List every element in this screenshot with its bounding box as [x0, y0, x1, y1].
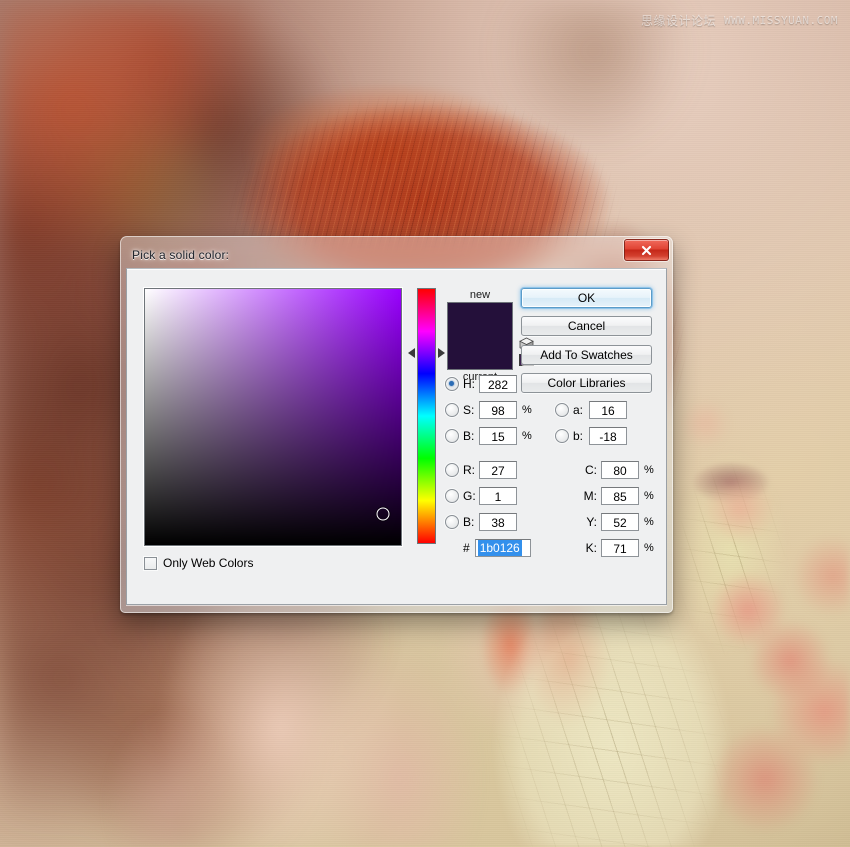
input-yellow[interactable]: 52 — [601, 513, 639, 531]
hue-arrow-left-icon[interactable] — [408, 348, 415, 358]
dialog-buttons: OK Cancel Add To Swatches Color Librarie… — [521, 288, 652, 401]
label-hex-hash: # — [463, 541, 470, 555]
label-hue: H: — [463, 377, 479, 391]
input-brightness[interactable]: 15 — [479, 427, 517, 445]
label-brightness: B: — [463, 429, 479, 443]
field-black: K: 71 % — [555, 539, 665, 557]
sb-gradient — [145, 289, 401, 545]
unit-cyan: % — [644, 464, 654, 476]
field-saturation: S: 98 % — [445, 401, 555, 419]
input-green[interactable]: 1 — [479, 487, 517, 505]
dialog-client-area: new current — [126, 268, 667, 605]
label-magenta: M: — [573, 489, 597, 503]
label-yellow: Y: — [573, 515, 597, 529]
field-row-g-m: G: 1 M: 85 % — [445, 485, 665, 507]
color-picker-dialog: Pick a solid color: new — [120, 236, 673, 613]
cancel-button[interactable]: Cancel — [521, 316, 652, 336]
field-group-divider — [445, 451, 665, 459]
input-saturation[interactable]: 98 — [479, 401, 517, 419]
field-lab-a: a: 16 — [555, 401, 665, 419]
radio-saturation[interactable] — [445, 403, 459, 417]
watermark-cjk-text: 思缘设计论坛 — [641, 12, 716, 29]
field-lab-b: b: -18 — [555, 427, 665, 445]
radio-blue[interactable] — [445, 515, 459, 529]
input-lab-b[interactable]: -18 — [589, 427, 627, 445]
input-lab-a[interactable]: 16 — [589, 401, 627, 419]
color-value-fields: H: 282 ° L: 3 S: 98 — [445, 373, 665, 563]
input-black[interactable]: 71 — [601, 539, 639, 557]
field-hex: # 1b0126 — [445, 539, 555, 557]
radio-brightness[interactable] — [445, 429, 459, 443]
field-row-blue-y: B: 38 Y: 52 % — [445, 511, 665, 533]
current-color-swatch[interactable] — [448, 336, 512, 369]
dialog-title: Pick a solid color: — [132, 248, 229, 262]
new-color-swatch[interactable] — [448, 303, 512, 336]
unit-black: % — [644, 542, 654, 554]
only-web-colors-checkbox[interactable]: Only Web Colors — [144, 556, 253, 570]
input-hue[interactable]: 282 — [479, 375, 517, 393]
watermark-latin-text: WWW.MISSYUAN.COM — [724, 14, 838, 27]
input-magenta[interactable]: 85 — [601, 487, 639, 505]
label-green: G: — [463, 489, 479, 503]
color-libraries-button[interactable]: Color Libraries — [521, 373, 652, 393]
radio-lab-b[interactable] — [555, 429, 569, 443]
unit-saturation: % — [522, 404, 532, 416]
preview-swatches — [447, 302, 513, 370]
dialog-titlebar[interactable]: Pick a solid color: — [126, 242, 667, 268]
label-red: R: — [463, 463, 479, 477]
field-cyan: C: 80 % — [555, 461, 665, 479]
field-yellow: Y: 52 % — [555, 513, 665, 531]
field-row-s-a: S: 98 % a: 16 — [445, 399, 665, 421]
label-saturation: S: — [463, 403, 479, 417]
input-blue[interactable]: 38 — [479, 513, 517, 531]
unit-brightness: % — [522, 430, 532, 442]
field-brightness: B: 15 % — [445, 427, 555, 445]
input-hex[interactable]: 1b0126 — [475, 539, 531, 557]
label-lab-a: a: — [573, 403, 589, 417]
label-blue: B: — [463, 515, 479, 529]
unit-magenta: % — [644, 490, 654, 502]
checkbox-box-icon[interactable] — [144, 557, 157, 570]
unit-yellow: % — [644, 516, 654, 528]
radio-red[interactable] — [445, 463, 459, 477]
field-red: R: 27 — [445, 461, 555, 479]
ok-button[interactable]: OK — [521, 288, 652, 308]
preview-new-label: new — [447, 288, 513, 302]
radio-hue[interactable] — [445, 377, 459, 391]
field-green: G: 1 — [445, 487, 555, 505]
saturation-brightness-field[interactable] — [144, 288, 402, 546]
label-lab-b: b: — [573, 429, 589, 443]
hex-value-text: 1b0126 — [478, 540, 522, 556]
hue-gradient[interactable] — [417, 288, 436, 544]
hue-slider[interactable] — [417, 288, 436, 544]
input-red[interactable]: 27 — [479, 461, 517, 479]
label-black: K: — [573, 541, 597, 555]
field-row-b-b: B: 15 % b: -18 — [445, 425, 665, 447]
only-web-colors-label: Only Web Colors — [163, 556, 253, 570]
desktop-background: 思缘设计论坛 WWW.MISSYUAN.COM Pick a solid col… — [0, 0, 850, 847]
add-to-swatches-button[interactable]: Add To Swatches — [521, 345, 652, 365]
color-marker[interactable] — [377, 508, 390, 521]
watermark: 思缘设计论坛 WWW.MISSYUAN.COM — [641, 12, 838, 29]
input-cyan[interactable]: 80 — [601, 461, 639, 479]
label-cyan: C: — [573, 463, 597, 477]
field-row-r-c: R: 27 C: 80 % — [445, 459, 665, 481]
radio-lab-a[interactable] — [555, 403, 569, 417]
field-magenta: M: 85 % — [555, 487, 665, 505]
color-preview: new current — [447, 288, 513, 384]
hue-arrow-right-icon[interactable] — [438, 348, 445, 358]
close-icon[interactable] — [624, 239, 669, 261]
field-row-hex-k: # 1b0126 K: 71 % — [445, 537, 665, 559]
field-blue: B: 38 — [445, 513, 555, 531]
radio-green[interactable] — [445, 489, 459, 503]
